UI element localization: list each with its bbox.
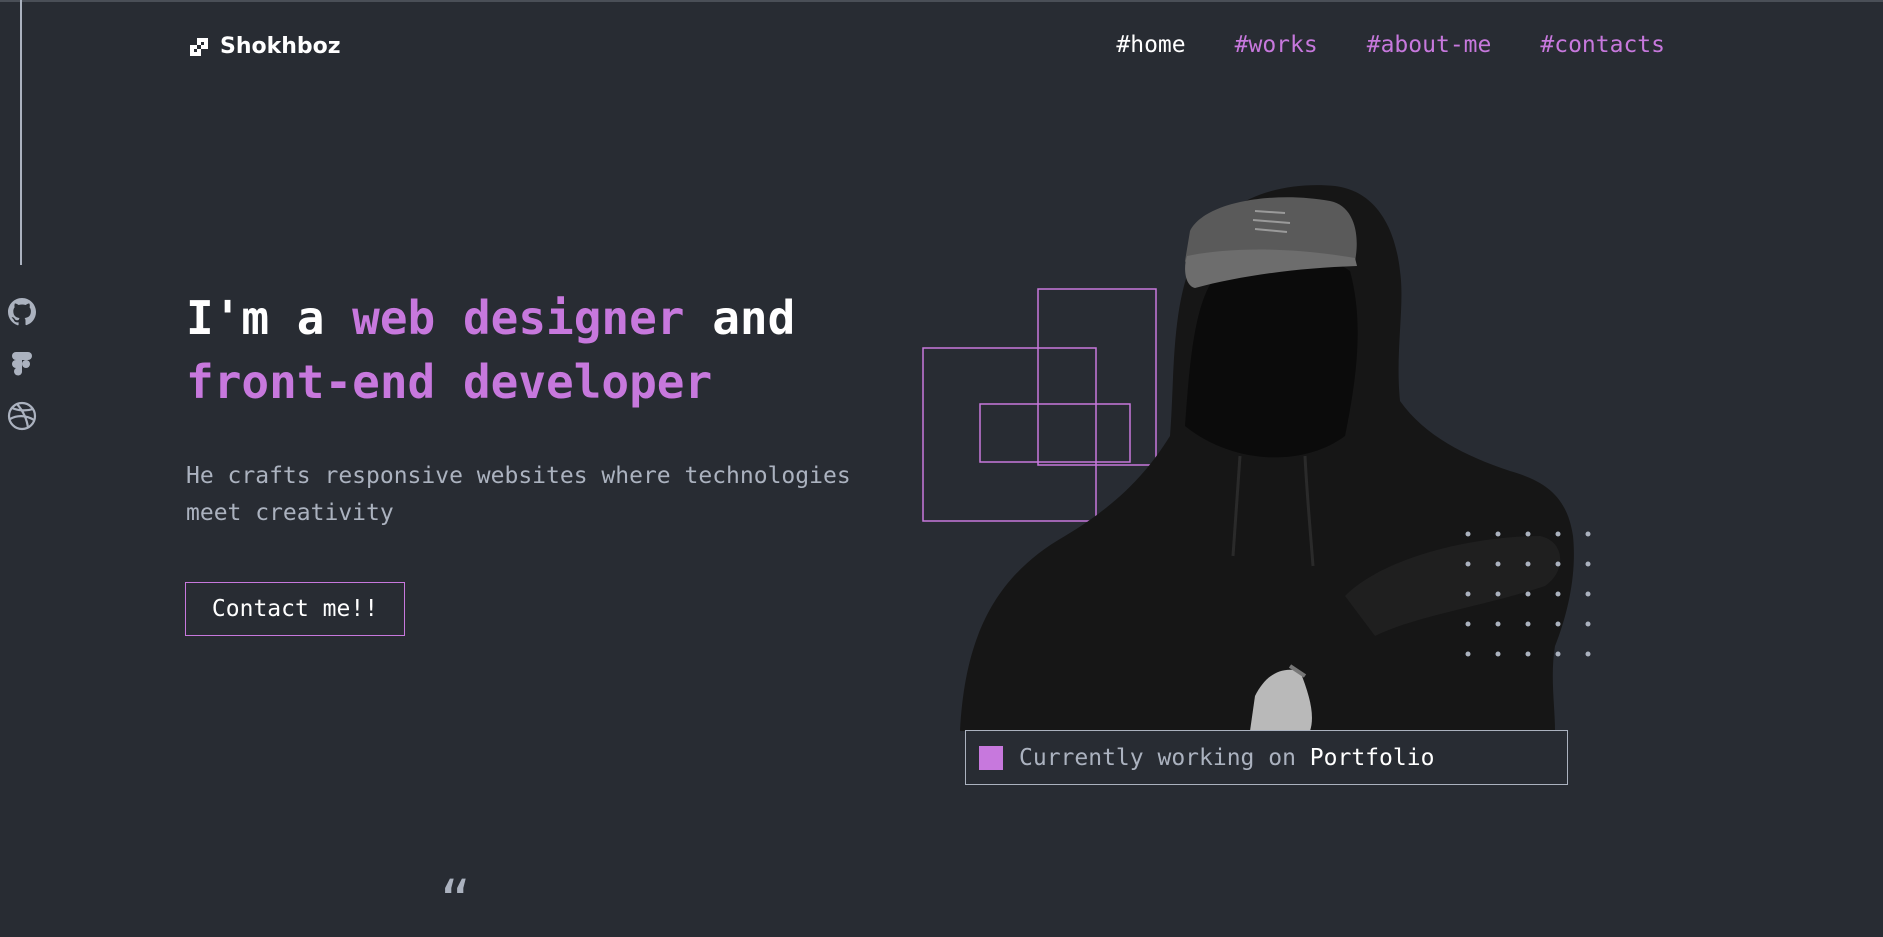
headline-accent: front-end developer [186, 355, 713, 409]
hero-subtitle: He crafts responsive websites where tech… [186, 463, 851, 526]
nav-item-about-me[interactable]: # about-me [1367, 32, 1492, 58]
nav-label: contacts [1554, 32, 1665, 58]
social-rail-line [20, 0, 22, 265]
headline-accent: web designer [352, 291, 685, 345]
window-top-border [0, 0, 1883, 2]
nav-label: about-me [1380, 32, 1492, 58]
nav-item-contacts[interactable]: # contacts [1540, 32, 1665, 58]
logo-mark-icon [190, 37, 208, 56]
nav-hash: # [1116, 32, 1131, 58]
nav-label: home [1130, 32, 1186, 58]
site-logo[interactable]: Shokhboz [190, 34, 341, 59]
headline-text: and [684, 291, 796, 345]
nav-hash: # [1234, 32, 1249, 58]
nav-label: works [1248, 32, 1318, 58]
dots-decoration [1465, 531, 1591, 657]
main-nav: # home # works # about-me # contacts [1116, 32, 1665, 58]
logo-name: Shokhboz [220, 34, 341, 59]
figma-icon[interactable] [6, 348, 38, 380]
contact-me-button[interactable]: Contact me!! [185, 582, 405, 636]
nav-hash: # [1366, 32, 1381, 58]
status-project: Portfolio [1309, 744, 1435, 771]
social-links [6, 296, 38, 432]
nav-hash: # [1540, 32, 1555, 58]
quote-icon: “ [440, 867, 472, 937]
nav-item-home[interactable]: # home [1116, 32, 1185, 58]
status-indicator [979, 745, 1003, 770]
status-text: Currently working on Portfolio [1019, 745, 1434, 771]
current-project-status: Currently working on Portfolio [965, 730, 1568, 785]
dribbble-icon[interactable] [6, 400, 38, 432]
github-icon[interactable] [6, 296, 38, 328]
hero-headline: I'm a web designer and front-end develope… [186, 286, 906, 414]
status-prefix: Currently working on [1019, 744, 1310, 771]
nav-item-works[interactable]: # works [1235, 32, 1318, 58]
headline-text: I'm a [186, 291, 353, 345]
